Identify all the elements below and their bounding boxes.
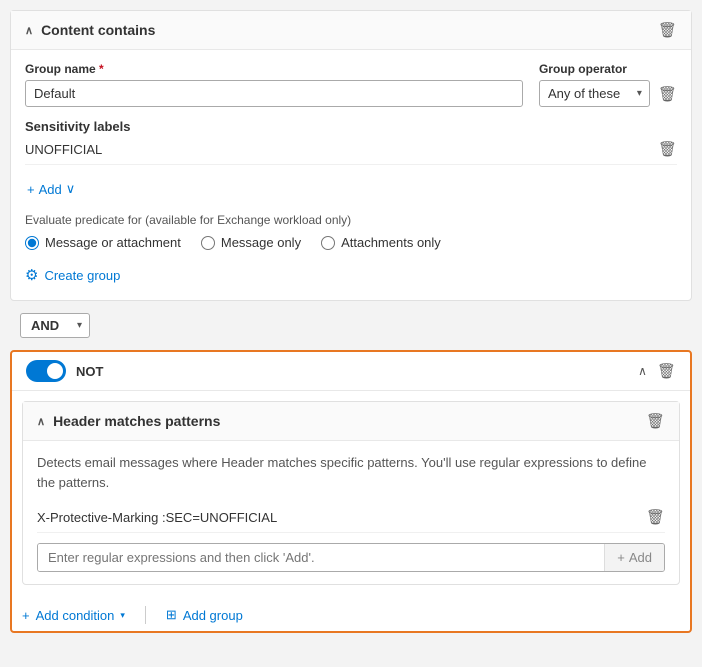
regex-add-plus-icon: + xyxy=(617,550,625,565)
sensitivity-label-row: UNOFFICIAL 🗑 xyxy=(25,134,677,165)
not-header-right: ∧ 🗑 xyxy=(638,362,676,380)
not-toggle[interactable] xyxy=(26,360,66,382)
radio-attachments-only-label: Attachments only xyxy=(341,235,441,250)
evaluate-section: Evaluate predicate for (available for Ex… xyxy=(25,213,677,250)
group-operator-field: Group operator Any of these All of these… xyxy=(539,62,677,107)
radio-message-only[interactable]: Message only xyxy=(201,235,301,250)
content-contains-title-group: ∧ Content contains xyxy=(25,22,155,38)
header-matches-header: ∧ Header matches patterns 🗑 xyxy=(23,402,679,441)
content-contains-card: ∧ Content contains 🗑 Group name * Group … xyxy=(10,10,692,301)
regex-add-button[interactable]: + Add xyxy=(604,544,664,571)
not-toggle-slider xyxy=(26,360,66,382)
header-matches-collapse-icon[interactable]: ∧ xyxy=(37,415,45,428)
regex-input-row: + Add xyxy=(37,543,665,572)
not-header: NOT ∧ 🗑 xyxy=(12,352,690,391)
content-contains-body: Group name * Group operator Any of these… xyxy=(11,50,691,300)
sensitivity-labels-section: Sensitivity labels UNOFFICIAL 🗑 xyxy=(25,119,677,165)
radio-message-or-attachment-input[interactable] xyxy=(25,236,39,250)
pattern-value: X-Protective-Marking :SEC=UNOFFICIAL xyxy=(37,510,277,525)
add-button[interactable]: + Add ∨ xyxy=(25,177,77,201)
radio-group: Message or attachment Message only Attac… xyxy=(25,235,677,250)
collapse-icon[interactable]: ∧ xyxy=(25,24,33,37)
group-operator-label: Group operator xyxy=(539,62,650,76)
add-chevron-icon: ∨ xyxy=(66,181,76,197)
sensitivity-labels-title: Sensitivity labels xyxy=(25,119,677,134)
create-group-label: Create group xyxy=(44,268,120,283)
pattern-row: X-Protective-Marking :SEC=UNOFFICIAL 🗑 xyxy=(37,502,665,533)
radio-attachments-only[interactable]: Attachments only xyxy=(321,235,441,250)
create-group-row: ⚙ Create group xyxy=(25,262,677,288)
sensitivity-label-value: UNOFFICIAL xyxy=(25,142,102,157)
and-operator-row: AND OR ▾ xyxy=(10,309,692,342)
radio-message-or-attachment[interactable]: Message or attachment xyxy=(25,235,181,250)
delete-pattern-button[interactable]: 🗑 xyxy=(646,508,665,526)
header-matches-title: Header matches patterns xyxy=(53,413,220,429)
add-condition-plus-icon: + xyxy=(22,608,30,623)
not-header-left: NOT xyxy=(26,360,103,382)
create-group-icon: ⚙ xyxy=(25,266,38,284)
header-matches-body: Detects email messages where Header matc… xyxy=(23,441,679,584)
header-matches-card: ∧ Header matches patterns 🗑 Detects emai… xyxy=(22,401,680,585)
required-indicator: * xyxy=(99,62,104,76)
bottom-bar-divider xyxy=(145,606,146,624)
not-section: NOT ∧ 🗑 ∧ Header matches patterns 🗑 Dete… xyxy=(10,350,692,633)
add-condition-button[interactable]: + Add condition ▾ xyxy=(22,604,125,627)
delete-content-contains-button[interactable]: 🗑 xyxy=(658,21,677,39)
add-group-button[interactable]: ⊞ Add group xyxy=(166,603,243,627)
group-name-label: Group name * xyxy=(25,62,523,76)
header-matches-description: Detects email messages where Header matc… xyxy=(37,453,665,492)
regex-add-label: Add xyxy=(629,550,652,565)
create-group-button[interactable]: ⚙ Create group xyxy=(25,262,120,288)
add-group-icon: ⊞ xyxy=(166,607,177,623)
add-condition-chevron-icon: ▾ xyxy=(120,610,125,621)
add-row: + Add ∨ xyxy=(25,177,677,201)
group-name-field: Group name * xyxy=(25,62,523,107)
group-name-input[interactable] xyxy=(25,80,523,107)
content-contains-header: ∧ Content contains 🗑 xyxy=(11,11,691,50)
regex-input[interactable] xyxy=(38,544,604,571)
and-operator-select[interactable]: AND OR xyxy=(20,313,90,338)
header-matches-title-group: ∧ Header matches patterns xyxy=(37,413,220,429)
add-group-label: Add group xyxy=(183,608,243,623)
not-collapse-icon[interactable]: ∧ xyxy=(638,364,647,378)
content-contains-title: Content contains xyxy=(41,22,155,38)
group-name-row: Group name * Group operator Any of these… xyxy=(25,62,677,107)
not-label: NOT xyxy=(76,364,103,379)
radio-message-only-input[interactable] xyxy=(201,236,215,250)
bottom-bar: + Add condition ▾ ⊞ Add group xyxy=(12,595,690,631)
radio-attachments-only-input[interactable] xyxy=(321,236,335,250)
radio-message-only-label: Message only xyxy=(221,235,301,250)
delete-group-operator-button[interactable]: 🗑 xyxy=(658,85,677,103)
radio-message-or-attachment-label: Message or attachment xyxy=(45,235,181,250)
evaluate-label: Evaluate predicate for (available for Ex… xyxy=(25,213,677,227)
group-operator-wrapper: Any of these All of these ▾ xyxy=(539,80,650,107)
group-operator-select[interactable]: Any of these All of these xyxy=(539,80,650,107)
add-icon: + xyxy=(27,182,35,197)
delete-not-section-button[interactable]: 🗑 xyxy=(657,362,676,380)
delete-header-matches-button[interactable]: 🗑 xyxy=(646,412,665,430)
delete-sensitivity-label-button[interactable]: 🗑 xyxy=(658,140,677,158)
add-condition-label: Add condition xyxy=(36,608,115,623)
and-operator-wrapper: AND OR ▾ xyxy=(20,313,90,338)
